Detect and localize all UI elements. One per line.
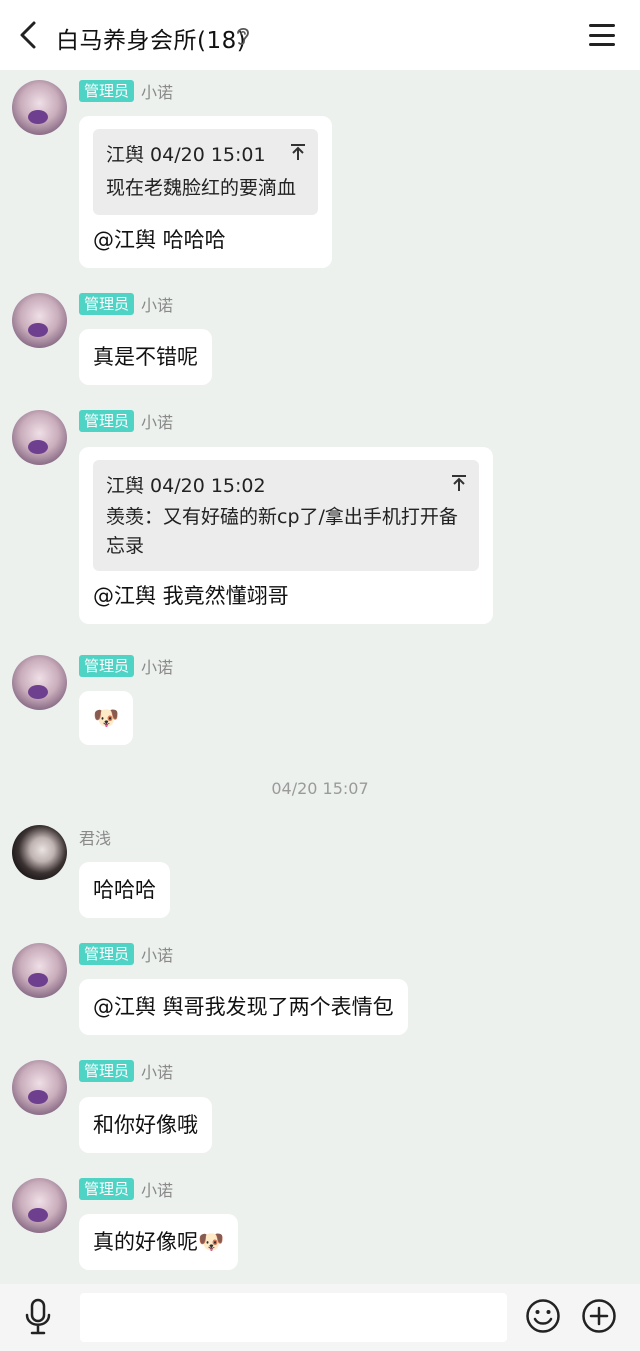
avatar[interactable] (12, 80, 67, 135)
menu-icon[interactable] (586, 20, 618, 50)
sender-name: 小诺 (141, 1063, 174, 1082)
message-text: @江舆 我竟然懂翊哥 (93, 584, 289, 608)
quoted-message[interactable]: 江舆 04/20 15:01 现在老魏脸红的要滴血 (93, 129, 318, 215)
avatar[interactable] (12, 410, 67, 465)
admin-badge: 管理员 (79, 1178, 135, 1200)
avatar[interactable] (12, 825, 67, 880)
input-bar (0, 1284, 640, 1351)
message-bubble[interactable]: 真是不错呢 (79, 329, 212, 385)
admin-badge: 管理员 (79, 410, 135, 432)
sender-line: 管理员 小诺 (79, 1178, 173, 1200)
message-bubble[interactable]: 哈哈哈 (79, 862, 170, 918)
timestamp: 04/20 15:07 (271, 779, 369, 798)
avatar[interactable] (12, 655, 67, 710)
sender-line: 管理员 小诺 (79, 1060, 173, 1082)
avatar[interactable] (12, 1178, 67, 1233)
emoji-icon[interactable] (525, 1298, 561, 1334)
sender-name: 君浅 (79, 829, 112, 848)
back-arrow-icon[interactable] (12, 18, 44, 52)
message-text: 真是不错呢 (93, 345, 198, 369)
sender-line: 管理员 小诺 (79, 80, 173, 102)
message-input[interactable] (80, 1293, 507, 1342)
message-bubble[interactable]: @江舆 舆哥我发现了两个表情包 (79, 979, 408, 1035)
jump-to-top-icon[interactable] (290, 143, 306, 161)
ear-icon[interactable] (234, 25, 252, 47)
message-bubble[interactable]: 🐶 (79, 691, 134, 745)
message-text: 哈哈哈 (93, 878, 156, 902)
message-text: @江舆 哈哈哈 (93, 228, 226, 252)
quote-header: 江舆 04/20 15:01 (106, 144, 266, 166)
admin-badge: 管理员 (79, 655, 135, 677)
message-bubble[interactable]: 和你好像哦 (79, 1097, 212, 1153)
message-text: 和你好像哦 (93, 1113, 198, 1137)
chat-title[interactable]: 白马养身会所(18) (56, 21, 246, 55)
quote-text: 羡羡：又有好磕的新cp了/拿出手机打开备忘录 (106, 506, 458, 557)
dog-emoji: 🐶 (93, 706, 120, 730)
avatar[interactable] (12, 1060, 67, 1115)
admin-badge: 管理员 (79, 80, 135, 102)
message-bubble[interactable]: 真的好像呢🐶 (79, 1214, 239, 1270)
message-text: @江舆 舆哥我发现了两个表情包 (93, 995, 394, 1019)
sender-line: 君浅 (79, 826, 111, 848)
microphone-icon[interactable] (23, 1298, 53, 1336)
sender-name: 小诺 (141, 413, 174, 432)
admin-badge: 管理员 (79, 1060, 135, 1082)
message-text: 真的好像呢🐶 (93, 1230, 225, 1254)
sender-name: 小诺 (141, 296, 174, 315)
sender-line: 管理员 小诺 (79, 410, 173, 432)
sender-line: 管理员 小诺 (79, 293, 173, 315)
admin-badge: 管理员 (79, 293, 135, 315)
quote-header: 江舆 04/20 15:02 (106, 475, 266, 497)
sender-name: 小诺 (141, 83, 174, 102)
message-bubble[interactable]: 江舆 04/20 15:01 现在老魏脸红的要滴血 @江舆 哈哈哈 (79, 116, 332, 268)
sender-name: 小诺 (141, 946, 174, 965)
sender-line: 管理员 小诺 (79, 655, 173, 677)
sender-name: 小诺 (141, 658, 174, 677)
sender-line: 管理员 小诺 (79, 943, 173, 965)
plus-icon[interactable] (581, 1298, 617, 1334)
avatar[interactable] (12, 293, 67, 348)
chat-header: 白马养身会所(18) (0, 0, 640, 70)
avatar[interactable] (12, 943, 67, 998)
sender-name: 小诺 (141, 1181, 174, 1200)
quoted-message[interactable]: 江舆 04/20 15:02 羡羡：又有好磕的新cp了/拿出手机打开备忘录 (93, 460, 479, 571)
admin-badge: 管理员 (79, 943, 135, 965)
message-bubble[interactable]: 江舆 04/20 15:02 羡羡：又有好磕的新cp了/拿出手机打开备忘录 @江… (79, 447, 493, 624)
quote-text: 现在老魏脸红的要滴血 (106, 177, 297, 199)
jump-to-top-icon[interactable] (451, 474, 467, 492)
